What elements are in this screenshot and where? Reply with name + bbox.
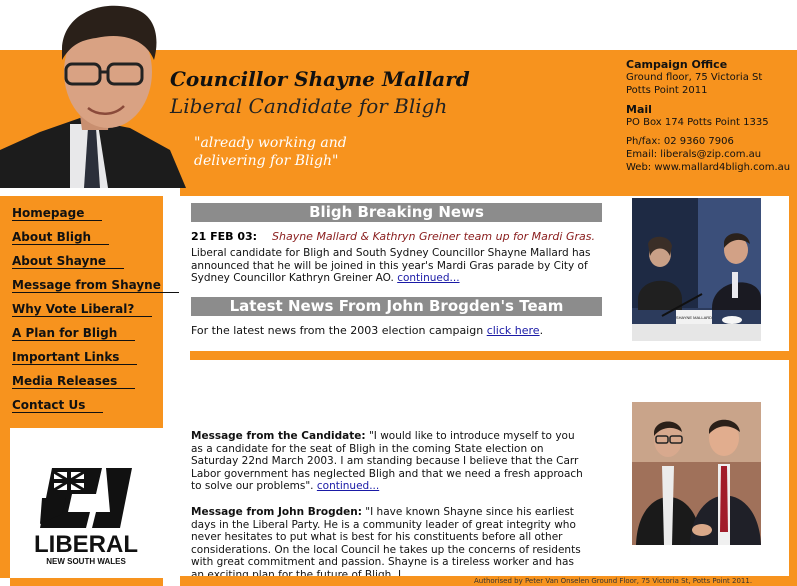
page-title: Councillor Shayne Mallard: [170, 67, 470, 91]
sidebar-item-label: Media Releases: [12, 374, 136, 389]
brogden-message: Message from John Brogden: "I have known…: [191, 506, 589, 576]
news-headline: Shayne Mallard & Kathryn Greiner team up…: [272, 230, 595, 243]
campaign-slogan: "already working and delivering for Blig…: [194, 134, 414, 170]
sidebar-item-label: Message from Shayne: [12, 278, 179, 293]
breaking-news-heading: Bligh Breaking News: [191, 203, 602, 222]
sidebar-item-label: About Shayne: [12, 254, 124, 269]
phone-fax: Ph/fax: 02 9360 7906: [626, 136, 734, 147]
sidebar-item-label: A Plan for Bligh: [12, 326, 136, 341]
latest-news-heading: Latest News From John Brogden's Team: [191, 297, 602, 316]
candidate-message-label: Message from the Candidate:: [191, 430, 366, 442]
sidebar-nav: Homepage About Bligh About Shayne Messag…: [12, 206, 179, 422]
logo-region: NEW SOUTH WALES: [46, 557, 126, 566]
liberal-logo-panel: LIBERAL NEW SOUTH WALES: [0, 428, 163, 578]
candidate-continued-link[interactable]: continued...: [317, 480, 379, 492]
nameplate-label: SHAYNE MALLARD: [676, 315, 712, 320]
press-conference-photo: SHAYNE MALLARD: [632, 198, 761, 341]
news-body: Liberal candidate for Bligh and South Sy…: [191, 247, 611, 285]
latest-news-text: For the latest news from the 2003 electi…: [191, 324, 484, 337]
divider: [190, 351, 789, 360]
latest-news-body: For the latest news from the 2003 electi…: [191, 324, 611, 338]
sidebar-item-about-shayne[interactable]: About Shayne: [12, 254, 179, 278]
sidebar-item-contact-us[interactable]: Contact Us: [12, 398, 179, 422]
slogan-line-1: "already working and: [194, 135, 347, 151]
sidebar-item-about-bligh[interactable]: About Bligh: [12, 230, 179, 254]
latest-news-link[interactable]: click here: [487, 324, 540, 337]
news-date: 21 FEB 03:: [191, 230, 258, 243]
mail-heading: Mail: [626, 103, 652, 116]
authorisation-statement: Authorised by Peter Van Onselen Ground F…: [474, 577, 753, 585]
candidate-with-brogden-photo: [632, 402, 761, 545]
website-address: Web: www.mallard4bligh.com.au: [626, 162, 791, 173]
office-address-line-1: Ground floor, 75 Victoria St: [626, 72, 763, 83]
divider: [789, 196, 797, 586]
logo-wordmark: LIBERAL: [34, 531, 138, 558]
sidebar-item-label: Why Vote Liberal?: [12, 302, 153, 317]
candidate-portrait: [0, 0, 188, 188]
sidebar-item-homepage[interactable]: Homepage: [12, 206, 179, 230]
sidebar-item-why-vote-liberal[interactable]: Why Vote Liberal?: [12, 302, 179, 326]
contact-details: Campaign Office Ground floor, 75 Victori…: [626, 58, 796, 174]
sidebar-item-important-links[interactable]: Important Links: [12, 350, 179, 374]
slogan-line-2: delivering for Bligh": [194, 153, 339, 169]
email-address: Email: liberals@zip.com.au: [626, 149, 762, 160]
sidebar-item-label: Homepage: [12, 206, 103, 221]
sidebar-item-label: Contact Us: [12, 398, 104, 413]
sidebar-item-message-from-shayne[interactable]: Message from Shayne: [12, 278, 179, 302]
latest-news-tail: .: [539, 324, 544, 337]
news-body-text: Liberal candidate for Bligh and South Sy…: [191, 247, 591, 284]
sidebar-item-plan-for-bligh[interactable]: A Plan for Bligh: [12, 326, 179, 350]
liberal-nsw-logo: LIBERAL NEW SOUTH WALES: [34, 468, 138, 566]
divider: [10, 578, 163, 586]
mail-address: PO Box 174 Potts Point 1335: [626, 117, 769, 128]
sidebar-item-media-releases[interactable]: Media Releases: [12, 374, 179, 398]
office-address-line-2: Potts Point 2011: [626, 85, 708, 96]
brogden-message-label: Message from John Brogden:: [191, 506, 362, 518]
page-subtitle: Liberal Candidate for Bligh: [170, 94, 448, 118]
divider: [180, 188, 797, 196]
news-continued-link[interactable]: continued...: [397, 272, 459, 284]
sidebar-item-label: Important Links: [12, 350, 138, 365]
campaign-office-heading: Campaign Office: [626, 58, 728, 71]
candidate-message: Message from the Candidate: "I would lik…: [191, 430, 589, 493]
sidebar-item-label: About Bligh: [12, 230, 110, 245]
